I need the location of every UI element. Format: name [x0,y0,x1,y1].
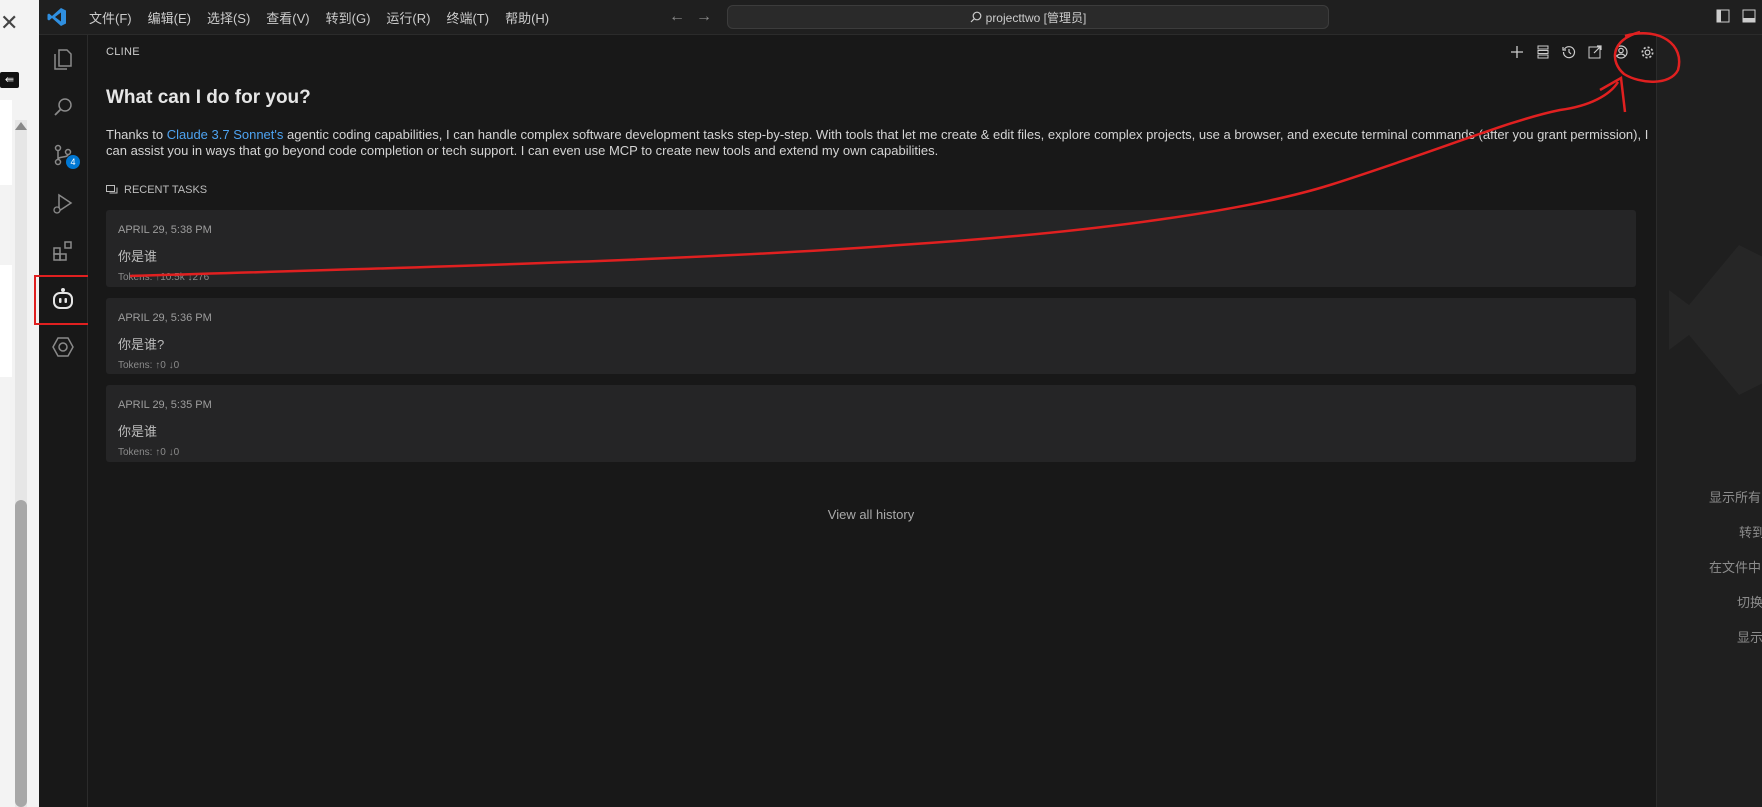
panel-toolbar [1508,43,1656,61]
panel-title: CLINE [106,46,140,58]
task-date: APRIL 29, 5:36 PM [118,312,212,324]
notification-badge: 4 [66,155,80,169]
task-tokens: Tokens: ↑10.5k ↓276 [118,272,210,283]
cline-panel: CLINE What can I do for you? Thanks to C… [88,35,1656,807]
menu-view[interactable]: 查看(V) [258,8,317,27]
search-box-text: projecttwo [管理员] [985,10,1087,25]
shortcut-hint: 在文件中 [1709,560,1762,575]
shortcut-hint: 显示所有 [1709,490,1762,505]
task-query: 你是谁 [118,249,158,264]
task-item[interactable]: APRIL 29, 5:36 PM 你是谁? Tokens: ↑0 ↓0 [106,298,1636,374]
task-query: 你是谁? [118,337,165,352]
editor-area: 显示所有 转到 在文件中 切换 显示 [1656,35,1762,807]
account-icon[interactable] [1612,43,1630,61]
intro-prefix: Thanks to [106,127,167,142]
explorer-icon[interactable] [39,35,87,83]
model-link[interactable]: Claude 3.7 Sonnet's [167,127,284,142]
shortcut-hint: 显示 [1737,630,1762,645]
menu-bar: 文件(F) 编辑(E) 选择(S) 查看(V) 转到(G) 运行(R) 终端(T… [81,0,557,34]
menu-help[interactable]: 帮助(H) [497,8,557,27]
search-icon[interactable] [39,83,87,131]
task-query: 你是谁 [118,424,158,439]
menu-go[interactable]: 转到(G) [318,8,379,27]
task-date: APRIL 29, 5:35 PM [118,399,212,411]
menu-terminal[interactable]: 终端(T) [438,8,497,27]
task-item[interactable]: APRIL 29, 5:35 PM 你是谁 Tokens: ↑0 ↓0 [106,385,1636,462]
menu-selection[interactable]: 选择(S) [199,8,258,27]
background-panel [0,265,12,377]
cline-highlight-box [34,275,90,325]
run-debug-icon[interactable] [39,179,87,227]
search-icon [970,11,982,23]
menu-run[interactable]: 运行(R) [378,8,438,27]
view-all-history-link[interactable]: View all history [106,507,1636,522]
back-arrow-icon[interactable]: ⇚ [0,72,19,88]
toggle-panel-icon[interactable] [1742,9,1756,23]
background-panel [0,100,12,185]
vscode-watermark-icon [1669,245,1762,395]
shortcut-hint: 转到 [1739,525,1762,540]
popout-icon[interactable] [1586,43,1604,61]
source-control-icon[interactable]: 4 [39,131,87,179]
forward-arrow-icon[interactable]: → [696,8,712,26]
task-tokens: Tokens: ↑0 ↓0 [118,447,180,458]
menu-edit[interactable]: 编辑(E) [140,8,199,27]
history-icon[interactable] [1560,43,1578,61]
shortcut-hint: 切换 [1737,595,1762,610]
welcome-heading: What can I do for you? [106,87,311,108]
recent-tasks-label: RECENT TASKS [124,184,208,196]
extensions-icon[interactable] [39,227,87,275]
list-icon[interactable] [1534,43,1552,61]
background-window-strip: ✕ ⇚ [0,0,39,807]
intro-suffix: agentic coding capabilities, I can handl… [106,127,1649,158]
task-date: APRIL 29, 5:38 PM [118,224,212,236]
command-center-search[interactable]: projecttwo [管理员] [727,5,1329,29]
comments-icon [106,184,118,193]
toggle-sidebar-icon[interactable] [1716,9,1730,23]
task-tokens: Tokens: ↑0 ↓0 [118,360,180,371]
task-item[interactable]: APRIL 29, 5:38 PM 你是谁 Tokens: ↑10.5k ↓27… [106,210,1636,287]
menu-file[interactable]: 文件(F) [81,8,140,27]
scroll-up-icon[interactable] [15,122,27,130]
back-arrow-icon[interactable]: ← [669,8,685,26]
activity-bar: 4 [34,35,90,807]
vscode-logo-icon [47,8,66,26]
scrollbar-thumb[interactable] [15,500,27,807]
recent-tasks-header: RECENT TASKS [106,184,207,196]
plus-icon[interactable] [1508,43,1526,61]
remote-explorer-icon[interactable] [39,323,87,371]
gear-icon[interactable] [1638,43,1656,61]
welcome-intro: Thanks to Claude 3.7 Sonnet's agentic co… [106,127,1666,159]
close-icon[interactable]: ✕ [0,10,18,36]
title-bar: 文件(F) 编辑(E) 选择(S) 查看(V) 转到(G) 运行(R) 终端(T… [39,0,1762,35]
layout-controls [1716,9,1756,23]
